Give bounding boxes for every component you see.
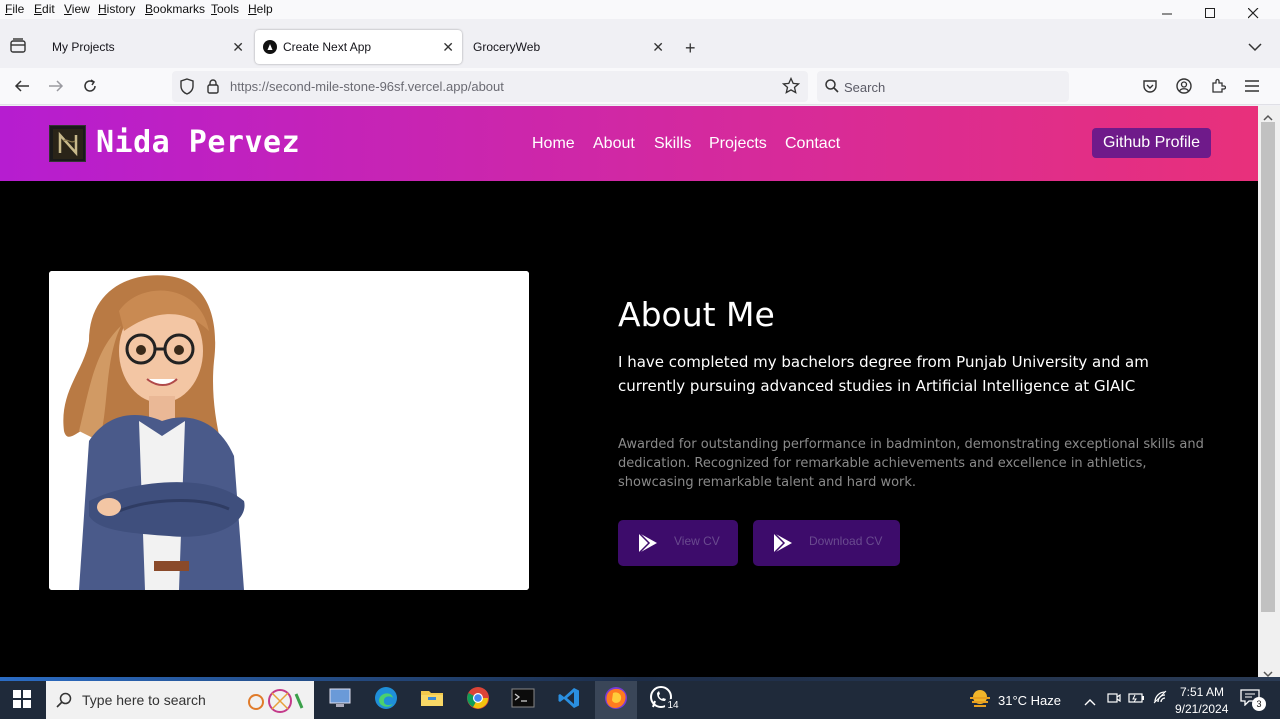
vscode-icon[interactable]: [556, 685, 582, 711]
pocket-icon[interactable]: [1138, 74, 1162, 98]
chrome-icon[interactable]: [465, 685, 491, 711]
hamburger-menu-icon[interactable]: [1240, 74, 1264, 98]
nav-projects[interactable]: Projects: [709, 135, 767, 153]
tab-list-icon[interactable]: [9, 38, 27, 59]
nav-home[interactable]: Home: [532, 135, 575, 153]
close-icon[interactable]: ✕: [442, 39, 454, 56]
download-cv-label: Download CV: [809, 534, 883, 548]
profile-image: [49, 271, 529, 590]
remote-desktop-icon[interactable]: [327, 685, 353, 711]
view-cv-button[interactable]: View CV: [618, 520, 738, 566]
menu-bookmarks[interactable]: Bookmarks: [145, 2, 205, 16]
wifi-icon[interactable]: [1152, 690, 1168, 709]
firefox-icon[interactable]: [595, 677, 637, 719]
notifications-badge: 3: [1252, 697, 1266, 711]
account-icon[interactable]: [1172, 74, 1196, 98]
page-viewport: Nida Pervez Home About Skills Projects C…: [0, 106, 1258, 677]
chevron-down-icon[interactable]: [1248, 39, 1262, 57]
lock-icon[interactable]: [206, 78, 220, 97]
site-logo[interactable]: [49, 125, 86, 162]
file-explorer-icon[interactable]: [419, 685, 445, 711]
notifications-icon[interactable]: 3: [1240, 688, 1266, 711]
taskbar-search-placeholder: Type here to search: [82, 692, 206, 708]
brand-name[interactable]: Nida Pervez: [96, 125, 300, 160]
menu-file[interactable]: File: [5, 2, 24, 16]
search-highlight-icon: [246, 688, 306, 717]
terminal-icon[interactable]: [510, 685, 536, 711]
maximize-button[interactable]: [1188, 0, 1232, 26]
navigation-toolbar: https://second-mile-stone-96sf.vercel.ap…: [0, 68, 1280, 105]
url-text[interactable]: https://second-mile-stone-96sf.vercel.ap…: [230, 79, 504, 94]
edge-browser-icon[interactable]: [373, 685, 399, 711]
about-achievements-text: Awarded for outstanding performance in b…: [618, 437, 1204, 490]
menu-help[interactable]: Help: [248, 2, 273, 16]
play-store-icon: [636, 531, 660, 558]
close-window-button[interactable]: [1231, 0, 1275, 26]
view-cv-label: View CV: [674, 534, 720, 548]
clock-time[interactable]: 7:51 AM: [1180, 685, 1224, 699]
download-cv-button[interactable]: Download CV: [753, 520, 900, 566]
menu-edit[interactable]: Edit: [34, 2, 55, 16]
back-arrow-icon[interactable]: [10, 74, 34, 98]
weather-text[interactable]: 31°C Haze: [998, 693, 1061, 708]
github-profile-button[interactable]: Github Profile: [1092, 128, 1211, 158]
weather-haze-icon: [968, 688, 992, 713]
about-heading: About Me: [618, 295, 775, 334]
tab-label: My Projects: [52, 40, 115, 54]
tab-label: GroceryWeb: [473, 40, 541, 54]
close-icon[interactable]: ✕: [652, 39, 664, 56]
url-path: /about: [467, 79, 504, 94]
url-bar[interactable]: https://second-mile-stone-96sf.vercel.ap…: [172, 71, 808, 102]
menu-bar: File Edit View History Bookmarks Tools H…: [0, 0, 1280, 19]
whatsapp-badge: 14: [665, 699, 681, 713]
menu-tools[interactable]: Tools: [211, 2, 239, 16]
new-tab-plus-icon[interactable]: +: [685, 38, 696, 59]
clock-date[interactable]: 9/21/2024: [1175, 702, 1228, 716]
close-icon[interactable]: ✕: [232, 39, 244, 56]
tab-strip: My Projects ✕ Create Next App ✕ GroceryW…: [0, 26, 1280, 68]
windows-taskbar: Type here to search 14 31°C Haze 7:51 AM…: [0, 677, 1280, 719]
chevron-up-icon[interactable]: [1084, 693, 1096, 711]
play-store-icon: [771, 531, 795, 558]
search-input[interactable]: [844, 77, 1054, 97]
minimize-button[interactable]: [1145, 0, 1189, 26]
tab-groceryweb[interactable]: GroceryWeb ✕: [465, 30, 672, 64]
shield-icon[interactable]: [179, 78, 195, 98]
taskbar-search-box[interactable]: Type here to search: [46, 681, 314, 719]
scrollbar-thumb[interactable]: [1261, 122, 1275, 612]
bookmark-star-icon[interactable]: [781, 76, 801, 98]
whatsapp-icon[interactable]: 14: [649, 685, 681, 713]
tab-label: Create Next App: [283, 40, 372, 54]
page-scrollbar[interactable]: [1258, 106, 1280, 678]
forward-arrow-icon[interactable]: [44, 74, 68, 98]
url-host: https://second-mile-stone-96sf.vercel.ap…: [230, 79, 468, 94]
taskbar-top-border: [0, 677, 1280, 681]
meet-now-icon[interactable]: [1107, 691, 1121, 710]
menu-history[interactable]: History: [98, 2, 135, 16]
search-bar[interactable]: [817, 71, 1069, 102]
tab-create-next-app[interactable]: Create Next App ✕: [255, 30, 462, 64]
search-icon: [825, 79, 839, 98]
windows-start-icon[interactable]: [13, 690, 31, 713]
reload-icon[interactable]: [78, 74, 102, 98]
nav-about[interactable]: About: [593, 135, 635, 153]
nav-contact[interactable]: Contact: [785, 135, 840, 153]
search-icon: [56, 692, 72, 711]
nextjs-icon: [263, 40, 277, 57]
extensions-icon[interactable]: [1206, 74, 1230, 98]
tab-my-projects[interactable]: My Projects ✕: [40, 30, 252, 64]
site-header: Nida Pervez Home About Skills Projects C…: [0, 106, 1258, 181]
menu-view[interactable]: View: [64, 2, 90, 16]
nav-skills[interactable]: Skills: [654, 135, 691, 153]
battery-icon[interactable]: [1128, 691, 1146, 710]
about-lead-text: I have completed my bachelors degree fro…: [618, 353, 1149, 395]
